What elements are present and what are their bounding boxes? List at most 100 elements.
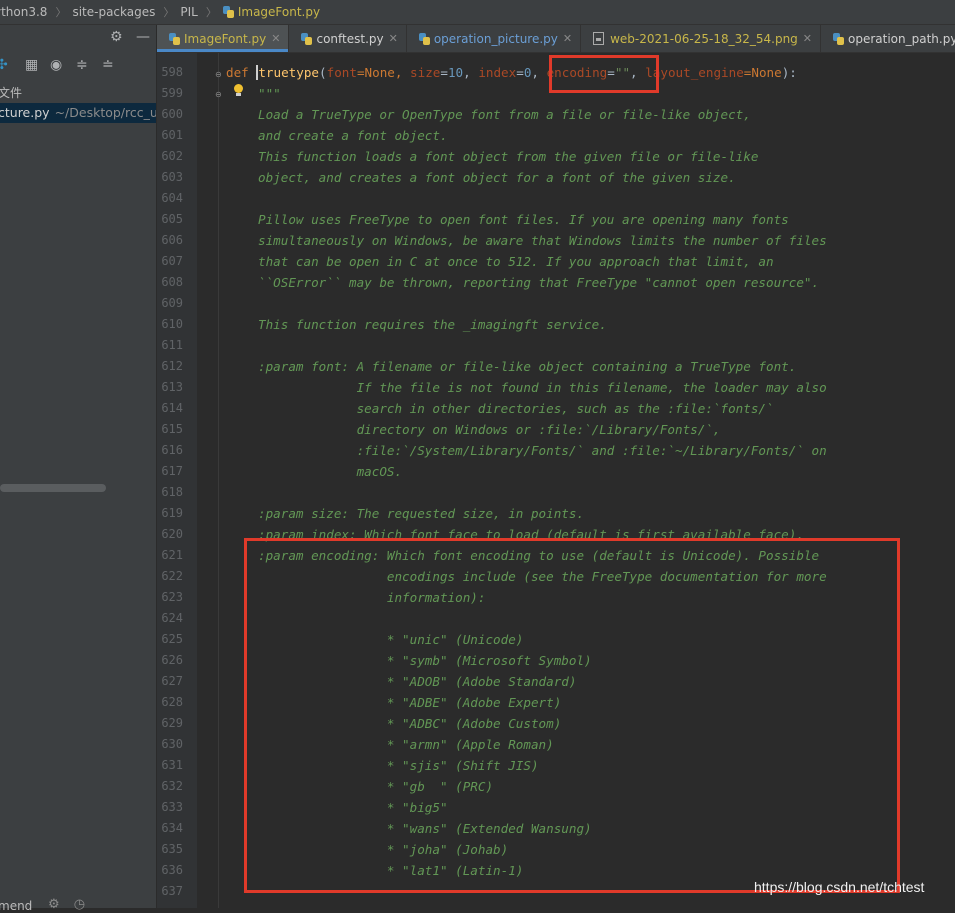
project-panel-header: ⚙ —: [0, 25, 156, 50]
breadcrumb-item-python[interactable]: ython3.8: [0, 5, 49, 19]
docstring-line: :param font: A filename or file-like obj…: [258, 359, 797, 374]
collapse-all-icon[interactable]: ▦: [25, 57, 38, 73]
line-number: 608: [161, 275, 183, 289]
line-number: 616: [161, 443, 183, 457]
line-number: 613: [161, 380, 183, 394]
tab-label: web-2021-06-25-18_32_54.png: [610, 31, 798, 46]
tab-label: operation_picture.py: [433, 31, 558, 46]
python-file-icon: [222, 6, 234, 18]
line-number: 624: [161, 611, 183, 625]
line-number: 600: [161, 107, 183, 121]
python-file-icon: [418, 32, 430, 45]
docstring-line: simultaneously on Windows, be aware that…: [258, 233, 827, 248]
tab-label: ImageFont.py: [184, 31, 267, 46]
docstring-line: This function loads a font object from t…: [258, 149, 759, 164]
tree-node-label[interactable]: 文件: [0, 84, 22, 101]
docstring-line: macOS.: [258, 464, 403, 479]
gear-icon[interactable]: ⚙: [48, 897, 60, 912]
line-number: 603: [161, 170, 183, 184]
line-number: 611: [161, 338, 183, 352]
fold-icon[interactable]: ⊖: [215, 71, 222, 79]
line-number: 606: [161, 233, 183, 247]
line-number: 602: [161, 149, 183, 163]
line-number: 628: [161, 695, 183, 709]
close-icon[interactable]: ✕: [389, 32, 398, 45]
eye-icon[interactable]: ◉: [50, 57, 62, 73]
tree-file-name: cture.py: [0, 105, 50, 120]
line-number: 627: [161, 674, 183, 688]
docstring-line: object, and creates a font object for a …: [258, 170, 736, 185]
line-number: 614: [161, 401, 183, 415]
line-number: 623: [161, 590, 183, 604]
clock-icon[interactable]: ◷: [74, 897, 85, 912]
line-number: 632: [161, 779, 183, 793]
docstring-line: This function requires the _imagingft se…: [258, 317, 607, 332]
chevron-right-icon: 〉: [55, 6, 67, 19]
tab-label: operation_path.py: [848, 31, 955, 46]
close-icon[interactable]: ✕: [563, 32, 572, 45]
line-number: 629: [161, 716, 183, 730]
breadcrumb-item-pil[interactable]: PIL: [180, 5, 199, 19]
line-number: 637: [161, 884, 183, 898]
fold-icon[interactable]: ⊖: [215, 91, 222, 99]
line-number: 601: [161, 128, 183, 142]
horizontal-scrollbar[interactable]: [0, 484, 106, 492]
fold-guide: [218, 53, 219, 908]
docstring-line: Load a TrueType or OpenType font from a …: [258, 107, 751, 122]
lightbulb-icon[interactable]: [233, 84, 243, 96]
bottom-panel-label[interactable]: mend: [0, 899, 32, 913]
breadcrumb: ython3.8 〉 site-packages 〉 PIL 〉 ImageFo…: [0, 0, 955, 25]
line-number: 625: [161, 632, 183, 646]
highlight-box-encoding-param: [549, 55, 659, 93]
tab-label: conftest.py: [316, 31, 384, 46]
watermark: https://blog.csdn.net/tchtest: [754, 879, 925, 895]
close-icon[interactable]: ✕: [803, 32, 812, 45]
tree-node-selected-file[interactable]: cture.py ~/Desktop/rcc_ui_: [0, 103, 156, 123]
tab-conftest[interactable]: conftest.py ✕: [289, 25, 407, 52]
breadcrumb-item-site-packages[interactable]: site-packages: [72, 5, 157, 19]
locate-icon[interactable]: ✣: [0, 57, 8, 73]
gear-icon[interactable]: ⚙: [110, 30, 124, 44]
line-number: 617: [161, 464, 183, 478]
minimize-icon[interactable]: —: [136, 29, 150, 45]
line-number: 618: [161, 485, 183, 499]
line-number: 612: [161, 359, 183, 373]
editor-tab-bar: ImageFont.py ✕ conftest.py ✕ operation_p…: [157, 25, 955, 53]
tab-web-png[interactable]: web-2021-06-25-18_32_54.png ✕: [581, 25, 822, 52]
python-file-icon: [169, 32, 180, 45]
docstring-line: search in other directories, such as the…: [258, 401, 774, 416]
docstring-line: and create a font object.: [258, 128, 448, 143]
project-panel: ⚙ — ✣ ▦ ◉ ≑ ≐ 文件 cture.py ~/Desktop/rcc_u…: [0, 25, 157, 913]
breadcrumb-item-file[interactable]: ImageFont.py: [222, 5, 322, 19]
line-number: 615: [161, 422, 183, 436]
docstring-line: :param size: The requested size, in poin…: [258, 506, 585, 521]
code-editor[interactable]: ⊖ ⊖ def truetype(font=None, size=10, ind…: [157, 53, 955, 908]
line-number: 634: [161, 821, 183, 835]
docstring-line: If the file is not found in this filenam…: [258, 380, 827, 395]
docstring-line: ``OSError`` may be thrown, reporting tha…: [258, 275, 820, 290]
docstring-line: :file:`/System/Library/Fonts/` and :file…: [258, 443, 827, 458]
close-icon[interactable]: ✕: [271, 32, 280, 45]
docstring-line: Pillow uses FreeType to open font files.…: [258, 212, 789, 227]
tree-file-path: ~/Desktop/rcc_ui_: [54, 105, 156, 120]
line-number: 599: [161, 86, 183, 100]
python-file-icon: [833, 32, 845, 45]
line-number: 605: [161, 212, 183, 226]
tab-imagefont[interactable]: ImageFont.py ✕: [157, 25, 290, 52]
collapse-icon[interactable]: ≐: [102, 57, 114, 73]
highlight-box-encoding-doc: [244, 538, 900, 893]
code-line-598: def truetype(font=None, size=10, index=0…: [226, 65, 797, 80]
line-number: 621: [161, 548, 183, 562]
line-number: 604: [161, 191, 183, 205]
docstring-line: """: [258, 86, 281, 101]
line-number: 631: [161, 758, 183, 772]
line-number: 633: [161, 800, 183, 814]
tab-operation-path[interactable]: operation_path.py ✕: [821, 25, 955, 52]
line-number: 609: [161, 296, 183, 310]
python-file-icon: [301, 32, 313, 45]
expand-icon[interactable]: ≑: [76, 57, 88, 73]
line-number: 635: [161, 842, 183, 856]
project-toolbar: ✣ ▦ ◉ ≑ ≐: [0, 55, 156, 77]
line-number: 636: [161, 863, 183, 877]
tab-operation-picture[interactable]: operation_picture.py ✕: [407, 25, 582, 52]
